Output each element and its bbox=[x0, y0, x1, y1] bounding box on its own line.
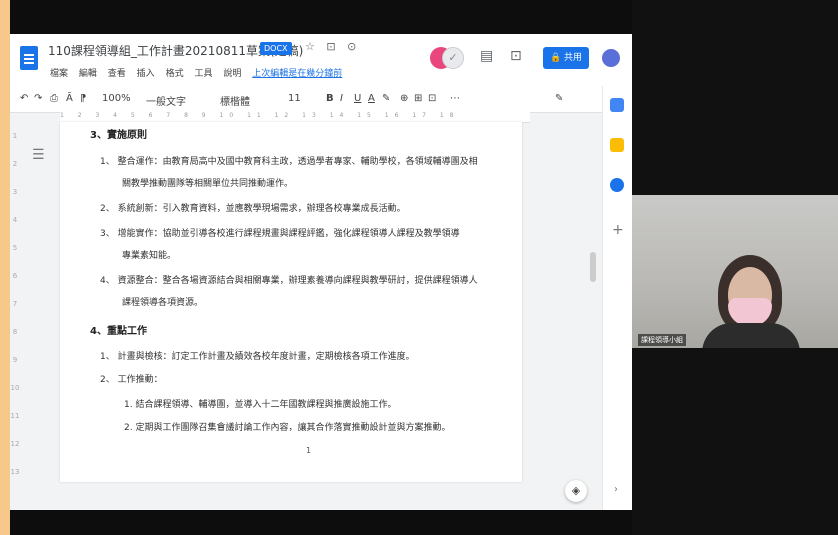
participant-video: 課程領導小組 bbox=[632, 195, 838, 348]
participant-name-tag: 課程領導小組 bbox=[638, 334, 686, 346]
text-color-button[interactable]: A bbox=[368, 93, 375, 104]
doc-line: 2、 系統創新：引入教育資料，並應教學現場需求，辦理各校專業成長活動。 bbox=[100, 204, 406, 214]
scrollbar-thumb[interactable] bbox=[590, 252, 596, 282]
share-label: 共用 bbox=[564, 53, 583, 63]
undo-icon[interactable]: ↶ bbox=[20, 93, 28, 104]
vertical-ruler: 1 2 3 4 5 6 7 8 9 10 11 12 13 bbox=[10, 132, 20, 476]
collaborator-avatar-2[interactable]: ✓ bbox=[442, 47, 464, 69]
style-select[interactable]: 一般文字 bbox=[146, 93, 186, 108]
font-size-input[interactable]: 11 bbox=[288, 93, 301, 104]
print-icon[interactable]: ⎙ bbox=[50, 93, 58, 104]
tasks-icon[interactable] bbox=[610, 178, 624, 192]
menu-format[interactable]: 格式 bbox=[166, 69, 184, 79]
section-heading: 3、實施原則 bbox=[90, 130, 147, 141]
comment-icon[interactable]: ⊞ bbox=[414, 93, 422, 104]
paint-format-icon[interactable]: ⁋ bbox=[80, 93, 86, 104]
doc-line: 課程領導各項資源。 bbox=[122, 298, 204, 308]
screen-top-bar bbox=[10, 0, 632, 34]
document-page[interactable]: 3、實施原則 1、 整合運作：由教育局高中及國中教育科主政，透過學者專家、輔助學… bbox=[60, 122, 522, 482]
title-bar: 110課程領導組_工作計畫20210811草案(定稿) DOCX ☆ ⊡ ⊙ 檔… bbox=[10, 34, 632, 86]
explore-icon[interactable]: ◈ bbox=[565, 480, 587, 502]
highlight-icon[interactable]: ✎ bbox=[382, 93, 390, 104]
menu-tools[interactable]: 工具 bbox=[194, 69, 212, 79]
doc-line: 4、 資源整合：整合各場資源結合與相關專業，辦理素養導向課程與教學研討，提供課程… bbox=[100, 276, 478, 286]
lock-icon: 🔒 bbox=[549, 53, 562, 63]
docs-icon[interactable] bbox=[20, 46, 38, 70]
calendar-icon[interactable] bbox=[610, 98, 624, 112]
doc-line: 2、 工作推動： bbox=[100, 375, 163, 385]
formatting-toolbar: ↶ ↷ ⎙ Ā ⁋ 100% 一般文字 標楷體 11 B I U A ✎ ⊕ ⊞… bbox=[10, 86, 632, 113]
menu-insert[interactable]: 插入 bbox=[137, 69, 155, 79]
menu-help[interactable]: 說明 bbox=[223, 69, 241, 79]
menu-bar: 檔案 編輯 查看 插入 格式 工具 說明 上次編輯是在幾分鐘前 bbox=[50, 66, 350, 79]
share-button[interactable]: 🔒 共用 bbox=[543, 47, 589, 69]
italic-button[interactable]: I bbox=[340, 93, 343, 104]
redo-icon[interactable]: ↷ bbox=[34, 93, 42, 104]
spellcheck-icon[interactable]: Ā bbox=[66, 93, 73, 104]
menu-view[interactable]: 查看 bbox=[108, 69, 126, 79]
google-docs-window: 110課程領導組_工作計畫20210811草案(定稿) DOCX ☆ ⊡ ⊙ 檔… bbox=[10, 34, 632, 510]
plus-icon[interactable]: + bbox=[612, 222, 624, 238]
keep-icon[interactable] bbox=[610, 138, 624, 152]
last-edit-link[interactable]: 上次編輯是在幾分鐘前 bbox=[252, 69, 342, 79]
section-heading: 4、重點工作 bbox=[90, 326, 147, 337]
doc-line: 3、 增能實作：協助並引導各校進行課程規畫與課程評鑑，強化課程領導人課程及教學領… bbox=[100, 229, 460, 239]
screen-bottom-bar bbox=[10, 510, 632, 535]
doc-line: 關教學推動團隊等相關單位共同推動運作。 bbox=[122, 179, 294, 189]
doc-line: 專業素知能。 bbox=[122, 251, 177, 261]
underline-button[interactable]: U bbox=[354, 93, 361, 104]
menu-edit[interactable]: 編輯 bbox=[79, 69, 97, 79]
star-move-status-icons[interactable]: ☆ ⊡ ⊙ bbox=[305, 40, 360, 53]
chevron-right-icon[interactable]: › bbox=[614, 484, 618, 495]
background-left bbox=[0, 0, 10, 535]
font-select[interactable]: 標楷體 bbox=[220, 93, 250, 108]
side-panel: + › bbox=[602, 86, 632, 510]
outline-icon[interactable]: ☰ bbox=[32, 147, 45, 163]
editing-mode-icon[interactable]: ✎ bbox=[555, 93, 563, 104]
account-icon[interactable] bbox=[600, 47, 622, 69]
image-icon[interactable]: ⊡ bbox=[428, 93, 436, 104]
doc-line: 1、 整合運作：由教育局高中及國中教育科主政，透過學者專家、輔助學校，各領域輔導… bbox=[100, 157, 478, 167]
doc-line: 1、 計畫與檢核：訂定工作計畫及績效各校年度計畫，定期檢核各項工作進度。 bbox=[100, 352, 415, 362]
doc-line: 2. 定期與工作團隊召集會議討論工作內容，讓其合作落實推動設計並與方案推動。 bbox=[124, 423, 451, 433]
zoom-select[interactable]: 100% bbox=[102, 93, 131, 104]
participant-body bbox=[702, 323, 800, 348]
page-number: 1 bbox=[306, 446, 312, 455]
docx-badge: DOCX bbox=[260, 42, 292, 55]
doc-line: 1. 結合課程領導、輔導團，並導入十二年國教課程與推廣設施工作。 bbox=[124, 400, 397, 410]
present-icon[interactable]: ⊡ bbox=[510, 48, 522, 64]
comment-history-icon[interactable]: ▤ bbox=[480, 48, 493, 64]
more-icon[interactable]: ⋯ bbox=[450, 93, 460, 104]
bold-button[interactable]: B bbox=[326, 93, 334, 104]
menu-file[interactable]: 檔案 bbox=[50, 69, 68, 79]
link-icon[interactable]: ⊕ bbox=[400, 93, 408, 104]
